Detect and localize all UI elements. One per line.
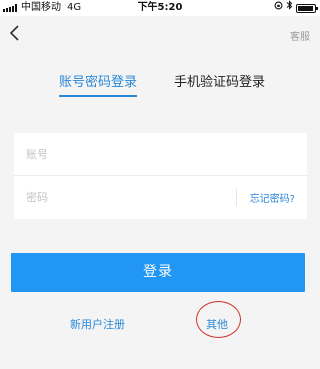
login-mode-tabs: 账号密码登录 手机验证码登录 [0, 74, 320, 98]
account-input[interactable] [26, 133, 226, 176]
battery-icon [296, 3, 318, 13]
tab-label: 手机验证码登录 [174, 75, 266, 90]
bluetooth-icon [286, 0, 293, 16]
login-form: 忘记密码? [14, 133, 307, 219]
account-field [14, 133, 307, 176]
password-field: 忘记密码? [14, 176, 307, 219]
active-tab-underline [59, 95, 138, 97]
status-right [271, 0, 318, 16]
login-button[interactable]: 登录 [11, 253, 305, 292]
status-bar: 中国移动 4G 下午5:20 [0, 0, 320, 16]
tab-sms-code[interactable]: 手机验证码登录 [174, 74, 265, 92]
customer-service-button[interactable]: 客服 [290, 28, 310, 43]
chevron-left-icon[interactable] [8, 24, 22, 42]
field-divider [236, 189, 237, 206]
orientation-lock-icon [274, 0, 283, 16]
forgot-password-link[interactable]: 忘记密码? [250, 190, 295, 205]
tab-label: 账号密码登录 [59, 75, 138, 90]
nav-bar: 客服 [0, 16, 320, 52]
register-link[interactable]: 新用户注册 [70, 316, 125, 332]
bottom-edge [0, 365, 320, 369]
password-input[interactable] [26, 176, 226, 219]
tab-account-password[interactable]: 账号密码登录 [59, 74, 138, 97]
other-login-link[interactable]: 其他 [206, 316, 228, 332]
